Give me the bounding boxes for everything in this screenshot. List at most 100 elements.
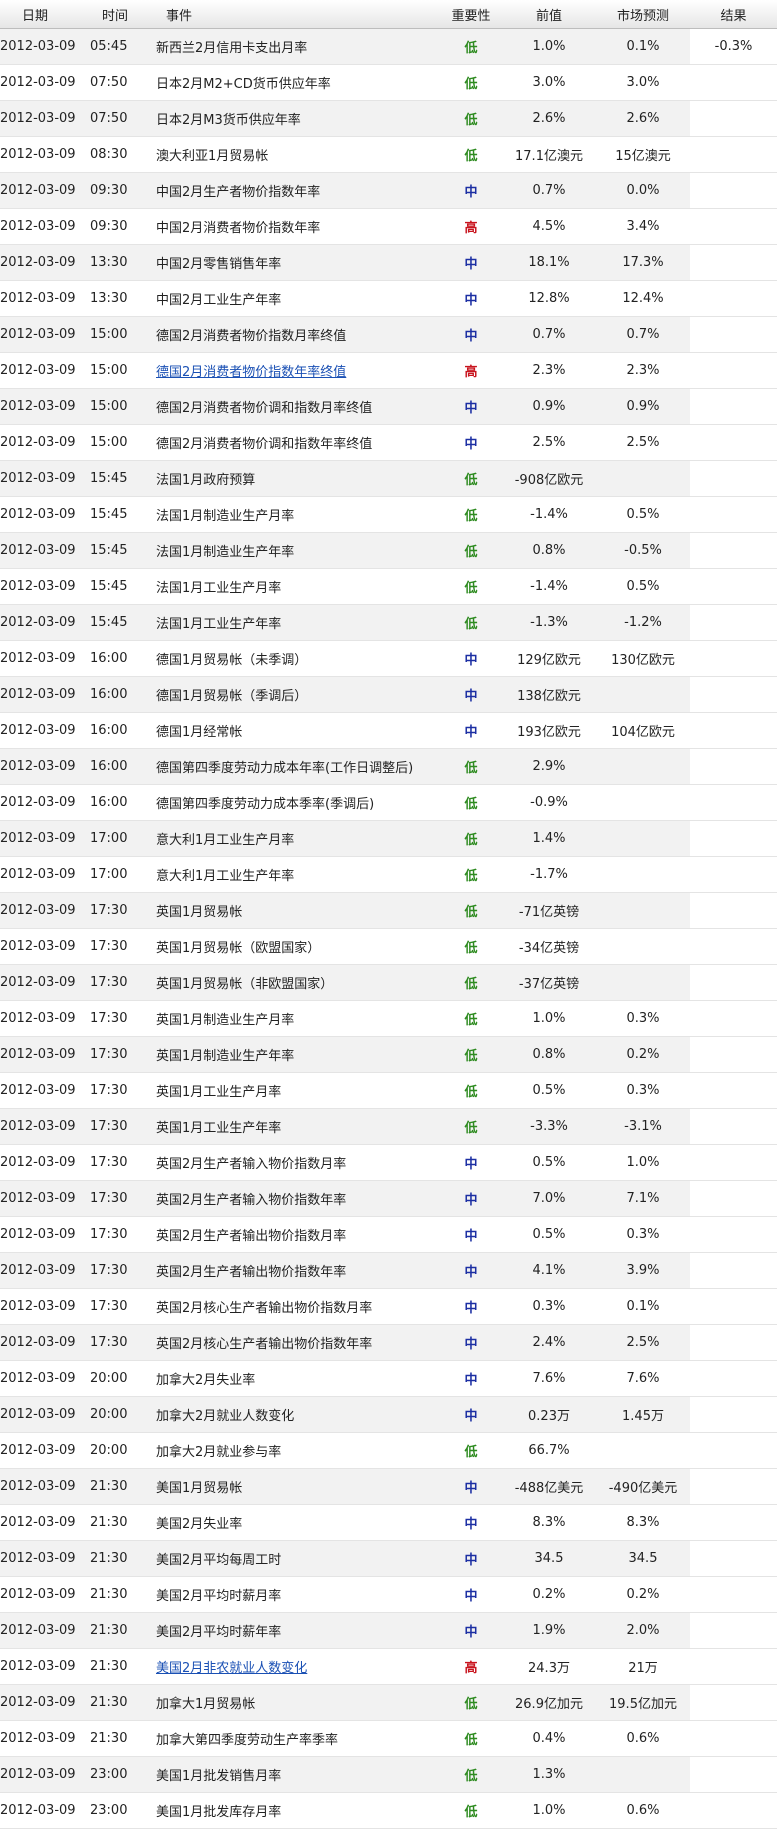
cell-time: 17:30 [86,964,154,1001]
table-row: 2012-03-09 21:30 美国2月失业率中 8.3% 8.3% [0,1504,777,1541]
cell-event: 美国1月贸易帐 [154,1468,440,1505]
cell-importance: 中 [440,172,502,209]
table-row: 2012-03-09 17:30 英国1月贸易帐（欧盟国家）低 -34亿英镑 [0,928,777,965]
cell-event: 中国2月工业生产年率 [154,280,440,317]
table-row: 2012-03-09 17:30 英国2月核心生产者输出物价指数年率中 2.4% 2.5… [0,1324,777,1361]
cell-previous: -71亿英镑 [502,892,596,929]
cell-result [690,928,777,965]
event-link[interactable]: 德国2月消费者物价指数年率终值 [156,365,346,380]
cell-previous: 0.3% [502,1288,596,1325]
cell-importance: 中 [440,424,502,461]
cell-time: 17:30 [86,1180,154,1217]
cell-time: 15:45 [86,460,154,497]
header-previous[interactable]: 前值 [502,0,596,29]
header-forecast[interactable]: 市场预测 [596,0,690,29]
cell-importance: 中 [440,712,502,749]
cell-event: 英国2月生产者输入物价指数年率 [154,1180,440,1217]
cell-importance: 低 [440,1684,502,1721]
cell-importance: 中 [440,280,502,317]
cell-previous: -0.9% [502,784,596,821]
cell-date: 2012-03-09 [0,1072,86,1109]
cell-time: 23:00 [86,1792,154,1829]
cell-forecast: 0.5% [596,568,690,605]
cell-forecast: 0.6% [596,1792,690,1829]
table-row: 2012-03-09 20:00 加拿大2月就业人数变化中 0.23万 1.45万 [0,1396,777,1433]
header-importance[interactable]: 重要性 [440,0,502,29]
cell-result [690,1684,777,1721]
cell-date: 2012-03-09 [0,784,86,821]
table-row: 2012-03-09 21:30 加拿大1月贸易帐低 26.9亿加元 19.5亿加元 [0,1684,777,1721]
cell-importance: 低 [440,1432,502,1469]
cell-event: 美国2月平均时薪年率 [154,1612,440,1649]
cell-forecast: 12.4% [596,280,690,317]
cell-event: 德国第四季度劳动力成本季率(季调后) [154,784,440,821]
cell-result [690,1432,777,1469]
cell-time: 21:30 [86,1612,154,1649]
cell-date: 2012-03-09 [0,1036,86,1073]
cell-forecast: 2.0% [596,1612,690,1649]
cell-time: 07:50 [86,64,154,101]
cell-importance: 低 [440,1000,502,1037]
cell-result [690,1000,777,1037]
cell-event: 英国2月生产者输出物价指数月率 [154,1216,440,1253]
cell-forecast: 0.2% [596,1576,690,1613]
cell-importance: 低 [440,604,502,641]
cell-date: 2012-03-09 [0,1504,86,1541]
cell-date: 2012-03-09 [0,1396,86,1433]
cell-date: 2012-03-09 [0,1720,86,1757]
cell-importance: 低 [440,820,502,857]
cell-result [690,1360,777,1397]
cell-time: 08:30 [86,136,154,173]
cell-event: 美国2月平均每周工时 [154,1540,440,1577]
cell-time: 15:45 [86,568,154,605]
header-time[interactable]: 时间 [86,0,154,29]
cell-time: 05:45 [86,28,154,65]
cell-previous: 2.4% [502,1324,596,1361]
header-date[interactable]: 日期 [0,0,86,29]
cell-date: 2012-03-09 [0,244,86,281]
cell-importance: 低 [440,928,502,965]
cell-time: 23:00 [86,1756,154,1793]
table-row: 2012-03-09 09:30 中国2月消费者物价指数年率高 4.5% 3.4% [0,208,777,245]
cell-result [690,1288,777,1325]
cell-importance: 高 [440,208,502,245]
table-row: 2012-03-09 21:30 美国2月平均每周工时中 34.5 34.5 [0,1540,777,1577]
cell-previous: 0.2% [502,1576,596,1613]
table-row: 2012-03-09 17:30 英国1月贸易帐（非欧盟国家）低 -37亿英镑 [0,964,777,1001]
header-event[interactable]: 事件 [154,0,440,29]
table-row: 2012-03-09 23:00 美国1月批发销售月率低 1.3% [0,1756,777,1793]
table-row: 2012-03-09 05:45 新西兰2月信用卡支出月率低 1.0% 0.1% -0.3… [0,28,777,65]
table-row: 2012-03-09 15:00 德国2月消费者物价调和指数月率终值中 0.9% 0.9… [0,388,777,425]
cell-result [690,604,777,641]
table-row: 2012-03-09 15:45 法国1月政府预算低 -908亿欧元 [0,460,777,497]
header-result[interactable]: 结果 [690,0,777,29]
cell-previous: 0.7% [502,316,596,353]
cell-date: 2012-03-09 [0,1576,86,1613]
cell-time: 09:30 [86,172,154,209]
cell-previous: 0.8% [502,1036,596,1073]
cell-importance: 低 [440,460,502,497]
cell-time: 15:00 [86,316,154,353]
table-row: 2012-03-09 15:00 德国2月消费者物价调和指数年率终值中 2.5% 2.5… [0,424,777,461]
cell-date: 2012-03-09 [0,1180,86,1217]
cell-previous: -1.7% [502,856,596,893]
cell-result [690,784,777,821]
table-row: 2012-03-09 17:30 英国2月生产者输入物价指数月率中 0.5% 1.0% [0,1144,777,1181]
event-link[interactable]: 美国2月非农就业人数变化 [156,1661,307,1676]
cell-event: 英国1月贸易帐 [154,892,440,929]
cell-previous: 34.5 [502,1540,596,1577]
cell-event: 法国1月工业生产月率 [154,568,440,605]
cell-time: 17:30 [86,1288,154,1325]
cell-date: 2012-03-09 [0,928,86,965]
cell-forecast: 2.5% [596,1324,690,1361]
cell-importance: 中 [440,1144,502,1181]
cell-time: 17:30 [86,1036,154,1073]
table-row: 2012-03-09 13:30 中国2月零售销售年率中 18.1% 17.3% [0,244,777,281]
cell-result: -0.3% [690,28,777,65]
cell-time: 17:30 [86,1324,154,1361]
cell-importance: 中 [440,1468,502,1505]
table-row: 2012-03-09 07:50 日本2月M3货币供应年率低 2.6% 2.6% [0,100,777,137]
cell-result [690,892,777,929]
cell-forecast: 0.6% [596,1720,690,1757]
table-row: 2012-03-09 16:00 德国1月经常帐中 193亿欧元 104亿欧元 [0,712,777,749]
